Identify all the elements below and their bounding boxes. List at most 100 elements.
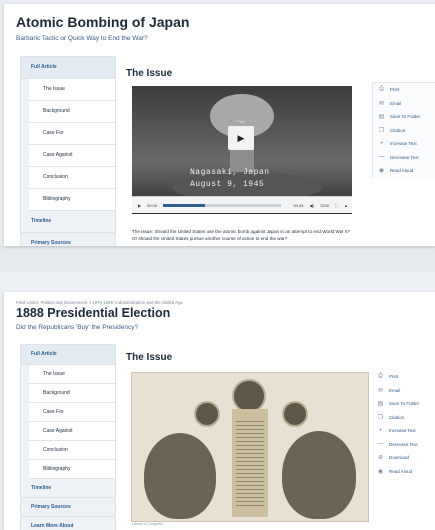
sidebar-item-the-issue[interactable]: The Issue — [29, 79, 115, 101]
left-portrait-medallion — [194, 401, 220, 427]
fullscreen-icon[interactable]: ⛶ — [335, 203, 338, 208]
tool-citation[interactable]: ❐ Citation — [372, 411, 435, 425]
page-title: 1888 Presidential Election — [16, 306, 171, 320]
sidebar-item-bibliography[interactable]: Bibliography — [29, 189, 115, 211]
tool-label: Read Aloud — [389, 468, 413, 474]
increase-text-icon: + — [379, 140, 384, 147]
tool-label: Decrease Text — [390, 154, 419, 160]
sidebar-item-timeline[interactable]: Timeline — [21, 211, 115, 233]
play-icon: ▶ — [237, 132, 245, 143]
right-portrait-medallion — [282, 401, 308, 427]
time-elapsed: 00:00 — [147, 202, 158, 208]
sidebar-item-conclusion[interactable]: Conclusion — [29, 441, 115, 460]
video-progress-bar[interactable] — [163, 203, 282, 207]
tool-folder[interactable]: ▤ Save To Folder — [372, 397, 435, 411]
tool-citation[interactable]: ❐ Citation — [373, 124, 435, 138]
tool-increase-text[interactable]: + Increase Text — [372, 424, 435, 438]
sidebar-item-the-issue[interactable]: The Issue — [29, 365, 115, 384]
tool-label: Citation — [389, 414, 405, 420]
read-aloud-icon: ◉ — [377, 468, 384, 475]
tool-read-aloud[interactable]: ◉ Read Aloud — [373, 164, 435, 178]
tool-label: Print — [389, 374, 399, 380]
section-title: The Issue — [126, 352, 173, 363]
filed-under-breadcrumb[interactable]: Filed Under: Politics and Government > 1… — [16, 300, 183, 305]
sidebar-item-full-article[interactable]: Full Article — [21, 345, 115, 365]
sidebar-item-case-against[interactable]: Case Against — [29, 422, 115, 441]
folder-icon: ▤ — [377, 401, 384, 408]
tool-increase-text[interactable]: + Increase Text — [373, 137, 435, 151]
page-title: Atomic Bombing of Japan — [16, 14, 190, 30]
center-document-text — [236, 421, 264, 509]
tool-label: Save To Folder — [390, 114, 421, 120]
tool-print[interactable]: ⎙ Print — [373, 83, 435, 97]
tool-decrease-text[interactable]: — Decrease Text — [372, 438, 435, 452]
sidebar-item-case-against[interactable]: Case Against — [29, 145, 115, 167]
page-subtitle: Barbaric Tactic or Quick Way to End the … — [16, 35, 148, 42]
tool-label: Read Aloud — [390, 168, 414, 174]
section-title: The Issue — [126, 68, 173, 79]
volume-icon[interactable]: ◀) — [309, 203, 313, 208]
tool-label: Email — [389, 387, 401, 393]
tool-label: Decrease Text — [389, 441, 418, 447]
decrease-text-icon: — — [378, 154, 385, 161]
share-icon[interactable]: ▲ — [344, 203, 348, 208]
sidebar-item-primary-sources[interactable]: Primary Sources — [21, 498, 115, 517]
quality-selector[interactable]: 720X — [320, 203, 329, 208]
sidebar-item-case-for[interactable]: Case For — [29, 403, 115, 422]
play-button[interactable]: ▶ — [228, 126, 254, 150]
tool-print[interactable]: ⎙ Print — [372, 370, 435, 384]
tool-label: Print — [390, 87, 400, 93]
play-small-icon[interactable]: ▶ — [138, 203, 141, 208]
increase-text-icon: + — [378, 427, 383, 434]
print-icon: ⎙ — [378, 373, 383, 380]
tool-download[interactable]: ⊕ Download — [372, 451, 435, 465]
page-subtitle: Did the Republicans 'Buy' the Presidency… — [16, 324, 139, 331]
campaign-poster-image — [131, 372, 369, 522]
top-portrait-medallion — [232, 379, 266, 413]
image-credit: Library of Congress — [132, 522, 163, 526]
left-candidate-portrait — [144, 433, 216, 519]
folder-icon: ▤ — [378, 114, 385, 121]
video-caption-date: August 9, 1945 — [190, 180, 265, 189]
article-tools: ⎙ Print ✉ Email ▤ Save To Folder ❐ Citation + Inc… — [372, 82, 435, 178]
article-tools: ⎙ Print ✉ Email ▤ Save To Folder ❐ Citation + Inc… — [372, 370, 435, 478]
sidebar-item-bibliography[interactable]: Bibliography — [29, 460, 115, 479]
tool-decrease-text[interactable]: — Decrease Text — [373, 151, 435, 165]
email-icon: ✉ — [377, 387, 384, 394]
tool-email[interactable]: ✉ Email — [373, 97, 435, 111]
article-sidebar: Full Article The Issue Background Case F… — [20, 56, 116, 246]
article-body-text: The issue: Should the United States use … — [132, 229, 351, 241]
citation-icon: ❐ — [377, 414, 384, 421]
play-label: Play — [237, 119, 245, 124]
email-icon: ✉ — [378, 100, 385, 107]
background-strip — [0, 246, 435, 292]
sidebar-item-full-article[interactable]: Full Article — [21, 57, 115, 79]
video-progress-fill — [163, 203, 205, 207]
video-caption-location: Nagasaki, Japan — [190, 168, 270, 177]
tool-label: Citation — [390, 127, 406, 133]
tool-label: Email — [390, 100, 402, 106]
tool-read-aloud[interactable]: ◉ Read Aloud — [372, 465, 435, 479]
tool-label: Increase Text — [389, 428, 416, 434]
sidebar-item-conclusion[interactable]: Conclusion — [29, 167, 115, 189]
sidebar-item-learn-more[interactable]: Learn More About — [21, 517, 115, 530]
tool-label: Increase Text — [390, 141, 417, 147]
decrease-text-icon: — — [377, 441, 384, 448]
right-candidate-portrait — [282, 431, 356, 519]
tool-folder[interactable]: ▤ Save To Folder — [373, 110, 435, 124]
tool-label: Download — [389, 455, 410, 461]
print-icon: ⎙ — [379, 86, 384, 93]
video-player[interactable]: Play ▶ Nagasaki, Japan August 9, 1945 — [132, 86, 352, 214]
article-sidebar: Full Article The Issue Background Case F… — [20, 344, 116, 530]
sidebar-item-primary-sources[interactable]: Primary Sources — [21, 233, 115, 246]
citation-icon: ❐ — [378, 127, 385, 134]
time-total: 00:44 — [293, 202, 304, 208]
download-icon: ⊕ — [377, 455, 384, 462]
sidebar-item-background[interactable]: Background — [29, 384, 115, 403]
sidebar-item-background[interactable]: Background — [29, 101, 115, 123]
sidebar-item-timeline[interactable]: Timeline — [21, 479, 115, 498]
video-controls: ▶ 00:00 00:44 ◀) 720X ⛶ ▲ — [132, 196, 352, 213]
sidebar-item-case-for[interactable]: Case For — [29, 123, 115, 145]
read-aloud-icon: ◉ — [378, 168, 385, 175]
tool-email[interactable]: ✉ Email — [372, 384, 435, 398]
